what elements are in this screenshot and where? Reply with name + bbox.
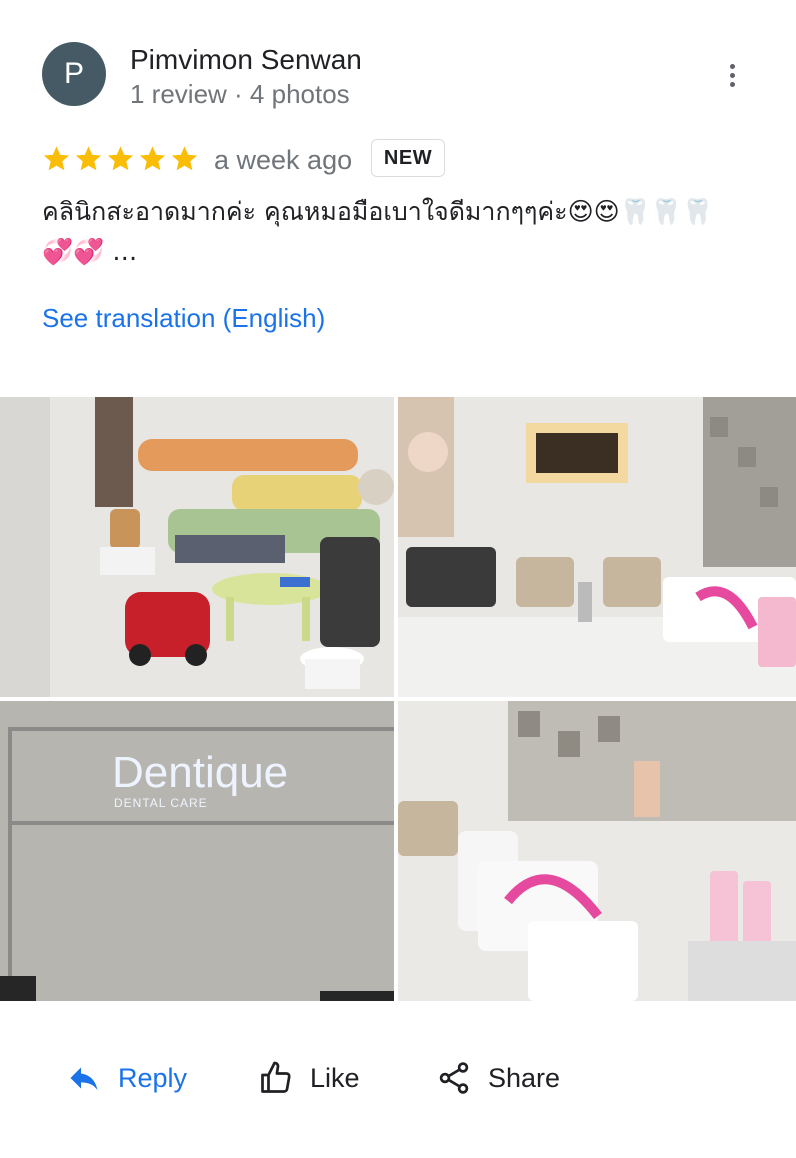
review-text[interactable]: คลินิกสะอาดมากค่ะ คุณหมอมือเบาใจดีมากๆๆค… [42,192,742,272]
sign-subtext: DENTAL CARE [114,796,208,810]
author-name[interactable]: Pimvimon Senwan [130,44,362,76]
thumb-up-icon [261,1061,291,1093]
see-translation-link[interactable]: See translation (English) [42,303,325,334]
photo-grid: Dentique DENTAL CARE [0,397,796,1001]
review-time: a week ago [214,145,353,175]
share-icon [439,1062,469,1094]
like-button[interactable]: Like [258,1050,360,1106]
new-badge: NEW [371,139,445,177]
photo-waiting-area[interactable] [398,397,796,697]
reply-label: Reply [118,1062,188,1093]
review-actions: Reply Like Share [0,1050,796,1106]
star-icon [107,146,134,171]
star-icon [75,146,102,171]
share-button[interactable]: Share [436,1050,560,1106]
photo-dentique-sign[interactable]: Dentique DENTAL CARE [0,701,394,1001]
photo-kids-corner[interactable] [0,397,394,697]
avatar-initial: P [63,57,84,90]
more-vert-icon[interactable] [722,64,742,94]
like-label: Like [310,1062,360,1093]
photo-waiting-area-2[interactable] [398,701,796,1001]
share-label: Share [488,1062,561,1093]
reply-icon [70,1067,98,1090]
star-rating [42,144,199,173]
sign-text: Dentique [112,748,288,797]
star-icon [139,146,166,171]
reply-button[interactable]: Reply [66,1050,187,1106]
star-icon [43,146,70,171]
avatar[interactable]: P [42,42,106,106]
author-meta: 1 review · 4 photos [130,79,350,109]
star-icon [171,146,198,171]
